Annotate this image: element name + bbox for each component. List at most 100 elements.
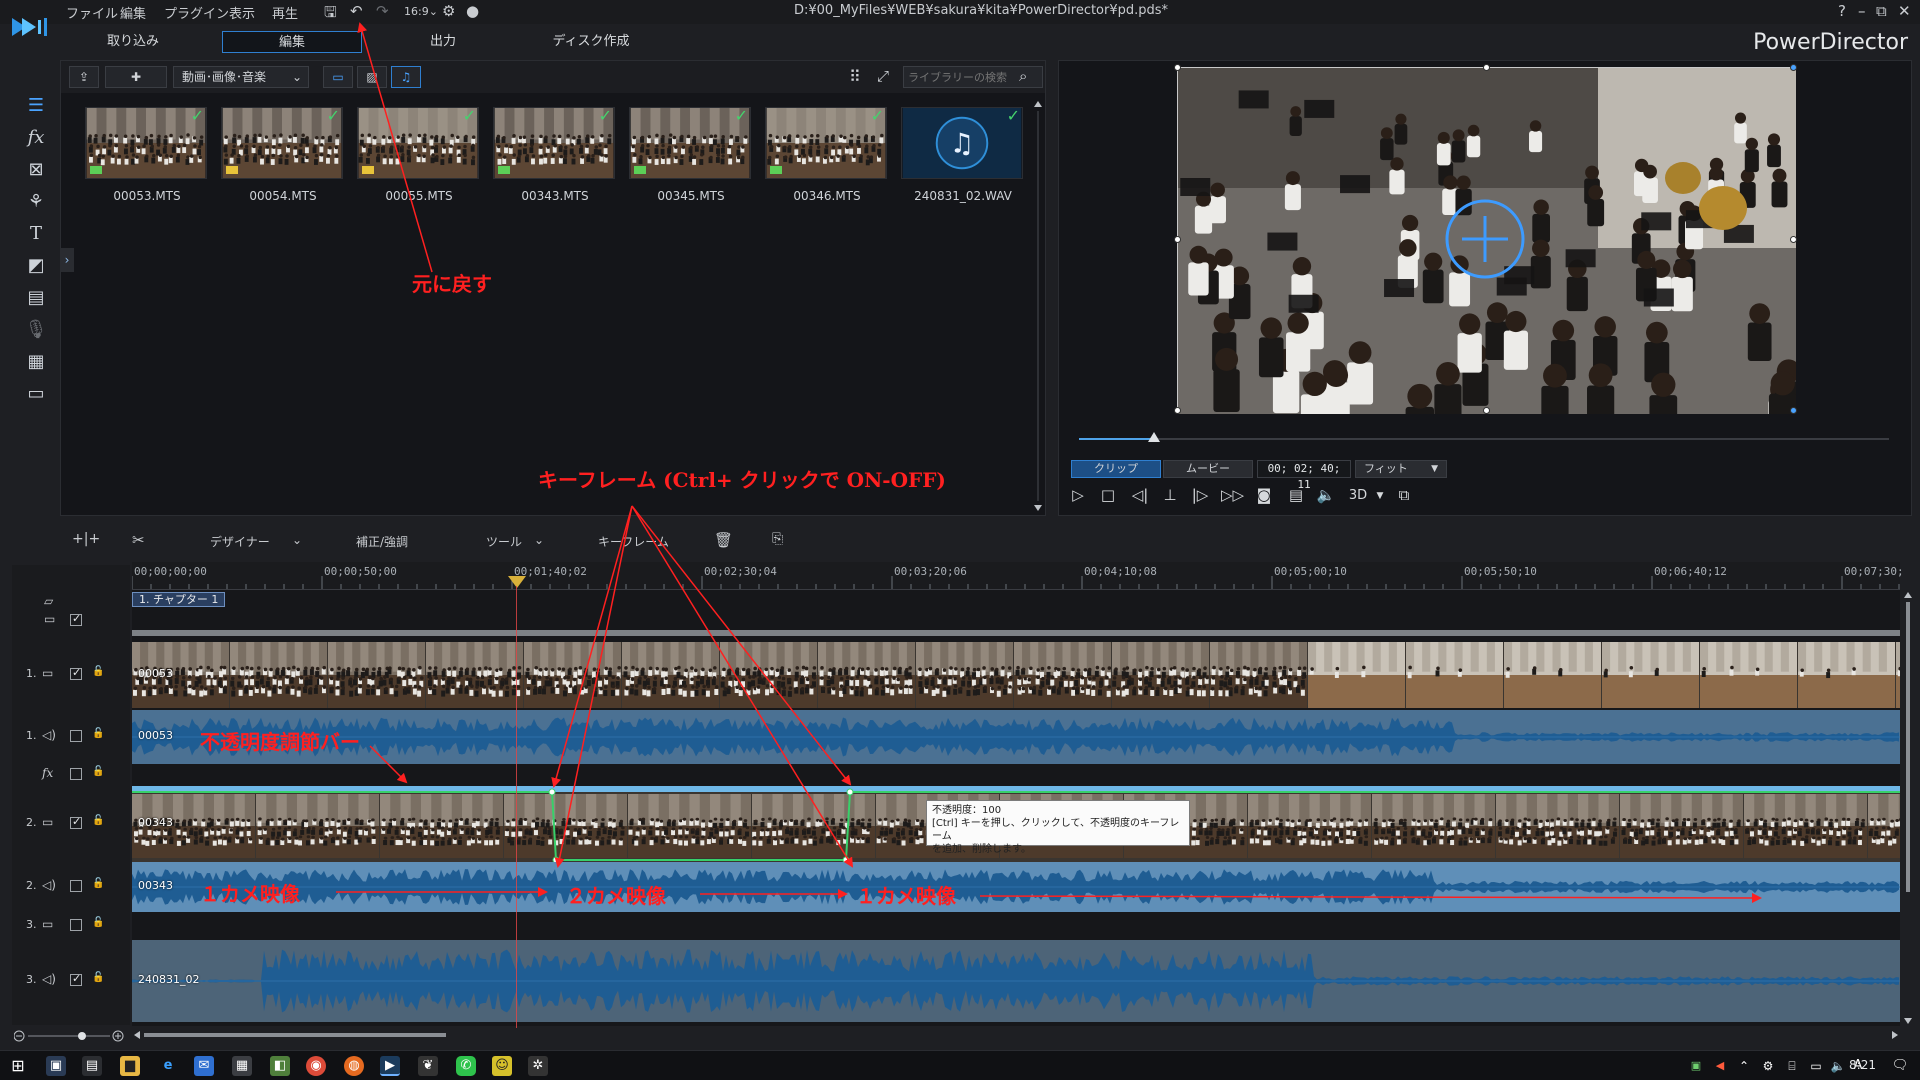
track-lock-icon[interactable]: 🔓	[92, 728, 104, 739]
voice-over-room-icon[interactable]: 🎙	[24, 318, 48, 342]
tray-app-icon[interactable]: ◀	[1710, 1056, 1730, 1076]
split-marker-icon[interactable]: +|+	[72, 531, 100, 547]
track-lock-icon[interactable]: 🔓	[92, 815, 104, 826]
media-thumbnail[interactable]: ✓	[765, 107, 887, 179]
track-manager-icon[interactable]: ⎘	[772, 531, 783, 547]
help-button[interactable]: ?	[1838, 2, 1846, 20]
audio-clip[interactable]: 00343	[132, 862, 1900, 912]
taskbar-app-icon[interactable]: ▣	[46, 1056, 66, 1076]
transition-room-icon[interactable]: ◩	[24, 254, 48, 278]
music-filter-icon[interactable]: ♫	[391, 66, 421, 88]
media-item[interactable]: ✓ 00053.MTS	[85, 107, 209, 217]
track-enable-checkbox[interactable]	[70, 666, 82, 680]
file-explorer-icon[interactable]: ▆	[120, 1056, 140, 1076]
video-filter-icon[interactable]: ▭	[323, 66, 353, 88]
library-scrollbar[interactable]	[1033, 99, 1043, 513]
tab-edit[interactable]: 編集	[222, 31, 362, 53]
tray-expand-icon[interactable]: ⌃	[1734, 1056, 1754, 1076]
volume-icon[interactable]: 🔈	[1315, 486, 1337, 504]
audio-clip[interactable]: 240831_02	[132, 940, 1900, 1022]
timeline-horizontal-scrollbar[interactable]	[132, 1030, 1900, 1040]
split-icon[interactable]: ⊥	[1159, 486, 1181, 504]
resize-handle[interactable]	[1174, 64, 1181, 71]
timeline-vertical-scrollbar[interactable]	[1902, 590, 1914, 1026]
chapter-marker[interactable]: 1. チャプター 1	[132, 592, 226, 607]
keyframe-button[interactable]: キーフレーム	[598, 533, 669, 550]
tab-produce[interactable]: 出力	[382, 31, 504, 53]
track-enable-checkbox[interactable]	[70, 919, 82, 931]
edge-browser-icon[interactable]: e	[158, 1056, 178, 1076]
settings-gear-icon[interactable]: ⚙	[442, 2, 455, 20]
track-lock-icon[interactable]: 🔓	[92, 766, 104, 777]
subtitle-toggle-icon[interactable]: ▤	[1285, 486, 1307, 504]
preview-video-frame[interactable]	[1174, 64, 1803, 454]
resize-handle[interactable]	[1174, 407, 1181, 414]
resize-handle[interactable]	[1790, 407, 1797, 414]
media-thumbnail[interactable]: ✓	[493, 107, 615, 179]
media-thumbnail[interactable]: ✓	[221, 107, 343, 179]
media-item[interactable]: ✓ 00345.MTS	[629, 107, 753, 217]
media-item[interactable]: ✓ 00343.MTS	[493, 107, 617, 217]
search-icon[interactable]: ⌕	[1019, 67, 1027, 85]
tray-app-icon[interactable]: ▣	[1686, 1056, 1706, 1076]
media-item[interactable]: ✓ 00055.MTS	[357, 107, 481, 217]
taskbar-app-icon[interactable]: ❦	[418, 1056, 438, 1076]
correction-enhance-button[interactable]: 補正/強調	[356, 533, 408, 550]
save-icon[interactable]: 🖫	[324, 2, 337, 27]
menu-edit[interactable]: 編集	[120, 3, 146, 22]
mail-icon[interactable]: ✉	[194, 1056, 214, 1076]
menu-plugin[interactable]: プラグイン	[164, 3, 229, 22]
timeline-zoom-slider[interactable]	[14, 1030, 124, 1042]
title-room-icon[interactable]: T	[24, 222, 48, 246]
subtitle-room-icon[interactable]: ▭	[24, 382, 48, 406]
chrome-browser-icon[interactable]: ◉	[306, 1056, 326, 1076]
movie-mode-button[interactable]: ムービー	[1163, 460, 1253, 478]
tab-capture[interactable]: 取り込み	[72, 31, 194, 53]
media-thumbnail[interactable]: ✓	[629, 107, 751, 179]
audio-mixing-room-icon[interactable]: ▤	[24, 286, 48, 310]
media-thumbnail[interactable]: ✓	[357, 107, 479, 179]
calculator-icon[interactable]: ▦	[232, 1056, 252, 1076]
start-windows-icon[interactable]: ⊞	[8, 1056, 28, 1076]
undo-icon[interactable]: ↶	[350, 2, 363, 20]
video-clip[interactable]: 00053	[132, 642, 1900, 708]
track-enable-checkbox[interactable]	[70, 815, 82, 829]
timeline-ruler[interactable]: 00;00;00;00 00;00;50;00 00;01;40;02 00;02;3…	[132, 562, 1904, 590]
taskbar-app-icon[interactable]: ✲	[528, 1056, 548, 1076]
track-lock-icon[interactable]: 🔓	[92, 666, 104, 677]
media-item[interactable]: ♫ ✓ 240831_02.WAV	[901, 107, 1025, 217]
menu-view[interactable]: 表示	[229, 3, 255, 22]
audio-clip[interactable]: 00053	[132, 710, 1900, 764]
chapter-room-icon[interactable]: ▦	[24, 350, 48, 374]
next-frame-icon[interactable]: |▷	[1189, 486, 1211, 504]
track-enable-checkbox[interactable]	[70, 768, 82, 780]
previous-frame-icon[interactable]: ◁|	[1129, 486, 1151, 504]
action-center-icon[interactable]: 🗨	[1890, 1056, 1910, 1076]
track-enable-checkbox[interactable]	[70, 612, 82, 626]
stop-icon[interactable]: □	[1097, 486, 1119, 504]
taskbar-app-icon[interactable]: ☺	[492, 1056, 512, 1076]
chevron-down-icon[interactable]: ⌄	[292, 533, 302, 547]
resize-handle[interactable]	[1790, 64, 1797, 71]
restore-button[interactable]: ⧉	[1876, 2, 1887, 20]
media-thumbnail[interactable]: ♫ ✓	[901, 107, 1023, 179]
powerdirector-taskbar-icon[interactable]: ▶	[380, 1056, 400, 1076]
preview-scrubber[interactable]	[1079, 432, 1889, 442]
track-enable-checkbox[interactable]	[70, 972, 82, 986]
track-enable-checkbox[interactable]	[70, 730, 82, 742]
media-room-icon[interactable]: ☰	[24, 94, 48, 118]
network-icon[interactable]: ⌸	[1782, 1056, 1802, 1076]
scissors-icon[interactable]: ✂	[132, 531, 145, 549]
expand-library-icon[interactable]: ⤢	[877, 67, 889, 85]
play-icon[interactable]: ▷	[1067, 486, 1089, 504]
tools-menu[interactable]: ツール	[486, 533, 522, 550]
track-lock-icon[interactable]: 🔓	[92, 917, 104, 928]
import-media-icon[interactable]: ⇪	[69, 66, 99, 88]
pip-room-icon[interactable]: ⊠	[24, 158, 48, 182]
line-messenger-icon[interactable]: ✆	[456, 1056, 476, 1076]
track-lock-icon[interactable]: 🔓	[92, 972, 104, 983]
plugin-puzzle-icon[interactable]: ✚	[105, 66, 167, 88]
taskbar-app-icon[interactable]: ▤	[82, 1056, 102, 1076]
aspect-ratio-icon[interactable]: 16:9⌄	[404, 5, 438, 18]
resize-handle[interactable]	[1790, 236, 1797, 243]
